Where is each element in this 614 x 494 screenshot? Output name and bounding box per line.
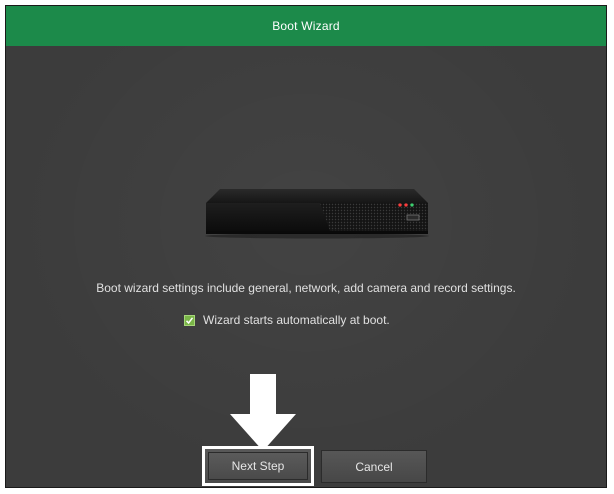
cancel-button[interactable]: Cancel bbox=[321, 450, 427, 483]
next-step-button[interactable]: Next Step bbox=[202, 446, 314, 486]
checkmark-icon bbox=[185, 316, 194, 324]
next-step-label: Next Step bbox=[231, 459, 285, 473]
title-bar: Boot Wizard bbox=[6, 6, 606, 47]
down-arrow-icon bbox=[230, 374, 296, 451]
nvr-device-icon bbox=[205, 189, 429, 239]
autostart-checkbox[interactable] bbox=[184, 314, 195, 326]
wizard-content: Boot wizard settings include general, ne… bbox=[6, 46, 606, 487]
wizard-description: Boot wizard settings include general, ne… bbox=[96, 281, 516, 295]
next-step-button-face[interactable]: Next Step bbox=[208, 452, 308, 480]
autostart-option[interactable]: Wizard starts automatically at boot. bbox=[184, 310, 390, 330]
autostart-label: Wizard starts automatically at boot. bbox=[203, 313, 390, 327]
window-title: Boot Wizard bbox=[272, 19, 340, 33]
boot-wizard-window: Boot Wizard Boot wizard settings include… bbox=[5, 5, 607, 488]
cancel-label: Cancel bbox=[355, 459, 393, 474]
